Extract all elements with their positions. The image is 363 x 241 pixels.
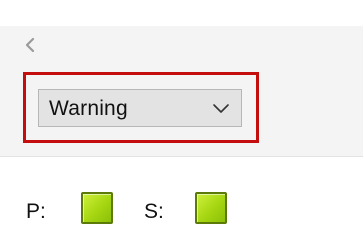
highlight-frame: Warning [23, 72, 259, 143]
chevron-left-icon [24, 37, 36, 58]
secondary-status-label: S: [144, 200, 164, 223]
severity-dropdown-value: Warning [49, 97, 128, 120]
back-button[interactable] [20, 35, 40, 59]
primary-status-label: P: [26, 200, 46, 223]
settings-panel: Warning [0, 68, 363, 157]
secondary-status-indicator [195, 192, 227, 224]
chevron-down-icon [211, 102, 231, 116]
top-strip [0, 0, 363, 26]
primary-status-indicator [81, 192, 113, 224]
navigation-bar [0, 26, 363, 68]
page: Warning P: S: [0, 0, 363, 241]
status-row: P: S: [0, 157, 363, 241]
severity-dropdown[interactable]: Warning [38, 89, 242, 127]
